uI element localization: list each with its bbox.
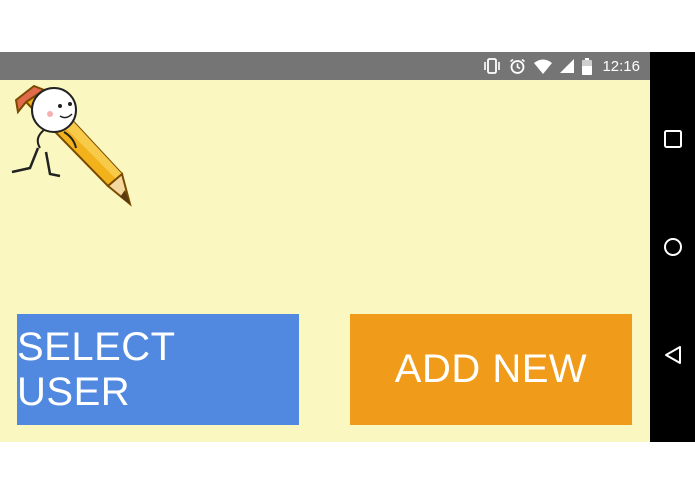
add-new-button[interactable]: ADD NEW <box>350 314 632 425</box>
alarm-icon <box>509 58 526 75</box>
home-button[interactable] <box>650 225 695 269</box>
back-button[interactable] <box>650 333 695 377</box>
status-time: 12:16 <box>602 57 640 75</box>
device-screen: 12:16 SELECT USER ADD NEW <box>0 52 695 442</box>
recents-button[interactable] <box>650 117 695 161</box>
status-icons: 12:16 <box>483 52 640 80</box>
status-bar: 12:16 <box>0 52 650 80</box>
wifi-icon <box>534 59 553 74</box>
app-content: SELECT USER ADD NEW <box>0 80 650 442</box>
vibrate-icon <box>483 58 501 74</box>
back-icon <box>664 346 681 364</box>
select-user-button[interactable]: SELECT USER <box>17 314 299 425</box>
signal-icon <box>560 59 575 73</box>
add-new-label: ADD NEW <box>394 347 588 391</box>
pencil-character-icon <box>11 84 132 207</box>
battery-icon <box>582 57 593 75</box>
home-icon <box>663 238 682 256</box>
recents-icon <box>663 130 682 148</box>
navigation-bar <box>650 52 695 442</box>
select-user-label: SELECT USER <box>17 324 175 414</box>
